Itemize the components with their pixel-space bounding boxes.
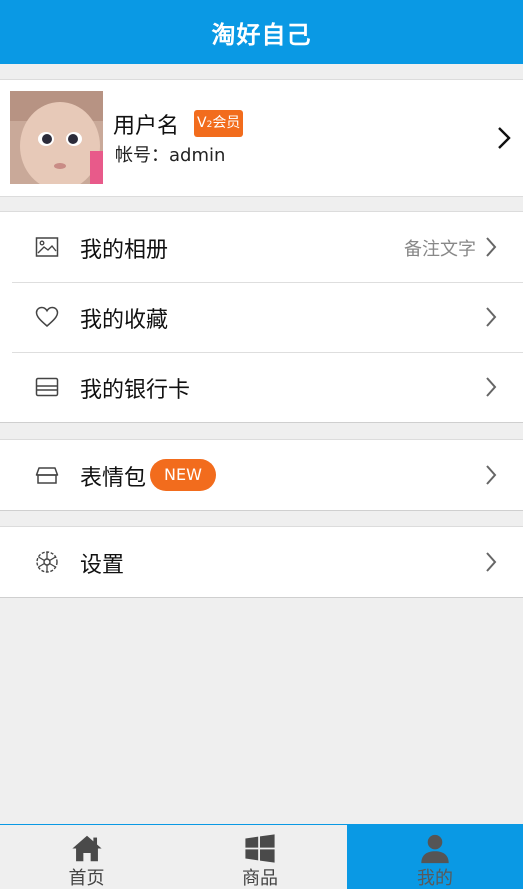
vip-badge-level: V: [197, 115, 207, 131]
menu-group-main: 我的相册 备注文字 我的收藏 我的银行卡: [0, 211, 523, 423]
chevron-right-icon: [486, 377, 497, 397]
menu-item-settings[interactable]: 设置: [0, 527, 523, 597]
menu-item-album[interactable]: 我的相册 备注文字: [0, 212, 523, 282]
menu-item-stickers[interactable]: 表情包 NEW: [0, 440, 523, 510]
avatar[interactable]: [10, 91, 103, 184]
menu-item-label: 我的银行卡: [80, 378, 191, 403]
heart-icon: [35, 306, 59, 327]
menu-group-settings: 设置: [0, 526, 523, 598]
tab-products[interactable]: 商品: [173, 825, 347, 889]
tab-label: 我的: [417, 868, 453, 889]
menu-item-label: 设置: [80, 553, 125, 578]
page-title: 淘好自己: [211, 20, 312, 49]
menu-item-note: 备注文字: [404, 239, 476, 260]
box-icon: [35, 467, 59, 484]
menu-item-label: 我的收藏: [80, 308, 169, 333]
menu-item-bank-card[interactable]: 我的银行卡: [0, 352, 523, 422]
new-badge: NEW: [150, 459, 216, 491]
avatar-image: [10, 91, 103, 184]
account-id: 帐号：admin: [115, 145, 226, 166]
profile-card[interactable]: 用户名 V2会员 帐号：admin: [0, 79, 523, 197]
tab-label: 商品: [242, 868, 278, 889]
chevron-right-icon: [486, 307, 497, 327]
vip-badge-text: 会员: [212, 115, 241, 131]
chevron-right-icon: [498, 127, 511, 149]
menu-item-favorites[interactable]: 我的收藏: [0, 282, 523, 352]
username: 用户名: [113, 114, 180, 139]
vip-badge: V2会员: [194, 110, 244, 137]
tab-mine[interactable]: 我的: [347, 825, 523, 889]
menu-item-label: 我的相册: [80, 238, 169, 263]
chevron-right-icon: [486, 552, 497, 572]
bottom-tab-bar: 首页 商品 我的: [0, 824, 523, 889]
home-icon: [71, 835, 102, 862]
user-icon: [421, 834, 449, 864]
windows-grid-icon: [245, 834, 275, 863]
chevron-right-icon: [486, 465, 497, 485]
chevron-right-icon: [486, 237, 497, 257]
card-icon: [35, 377, 59, 397]
tab-home[interactable]: 首页: [0, 825, 173, 889]
menu-item-label: 表情包: [80, 466, 147, 491]
tab-label: 首页: [68, 868, 105, 889]
app-header: 淘好自己: [0, 0, 523, 64]
image-icon: [35, 237, 59, 257]
gear-icon: [36, 551, 58, 573]
menu-group-stickers: 表情包 NEW: [0, 439, 523, 511]
